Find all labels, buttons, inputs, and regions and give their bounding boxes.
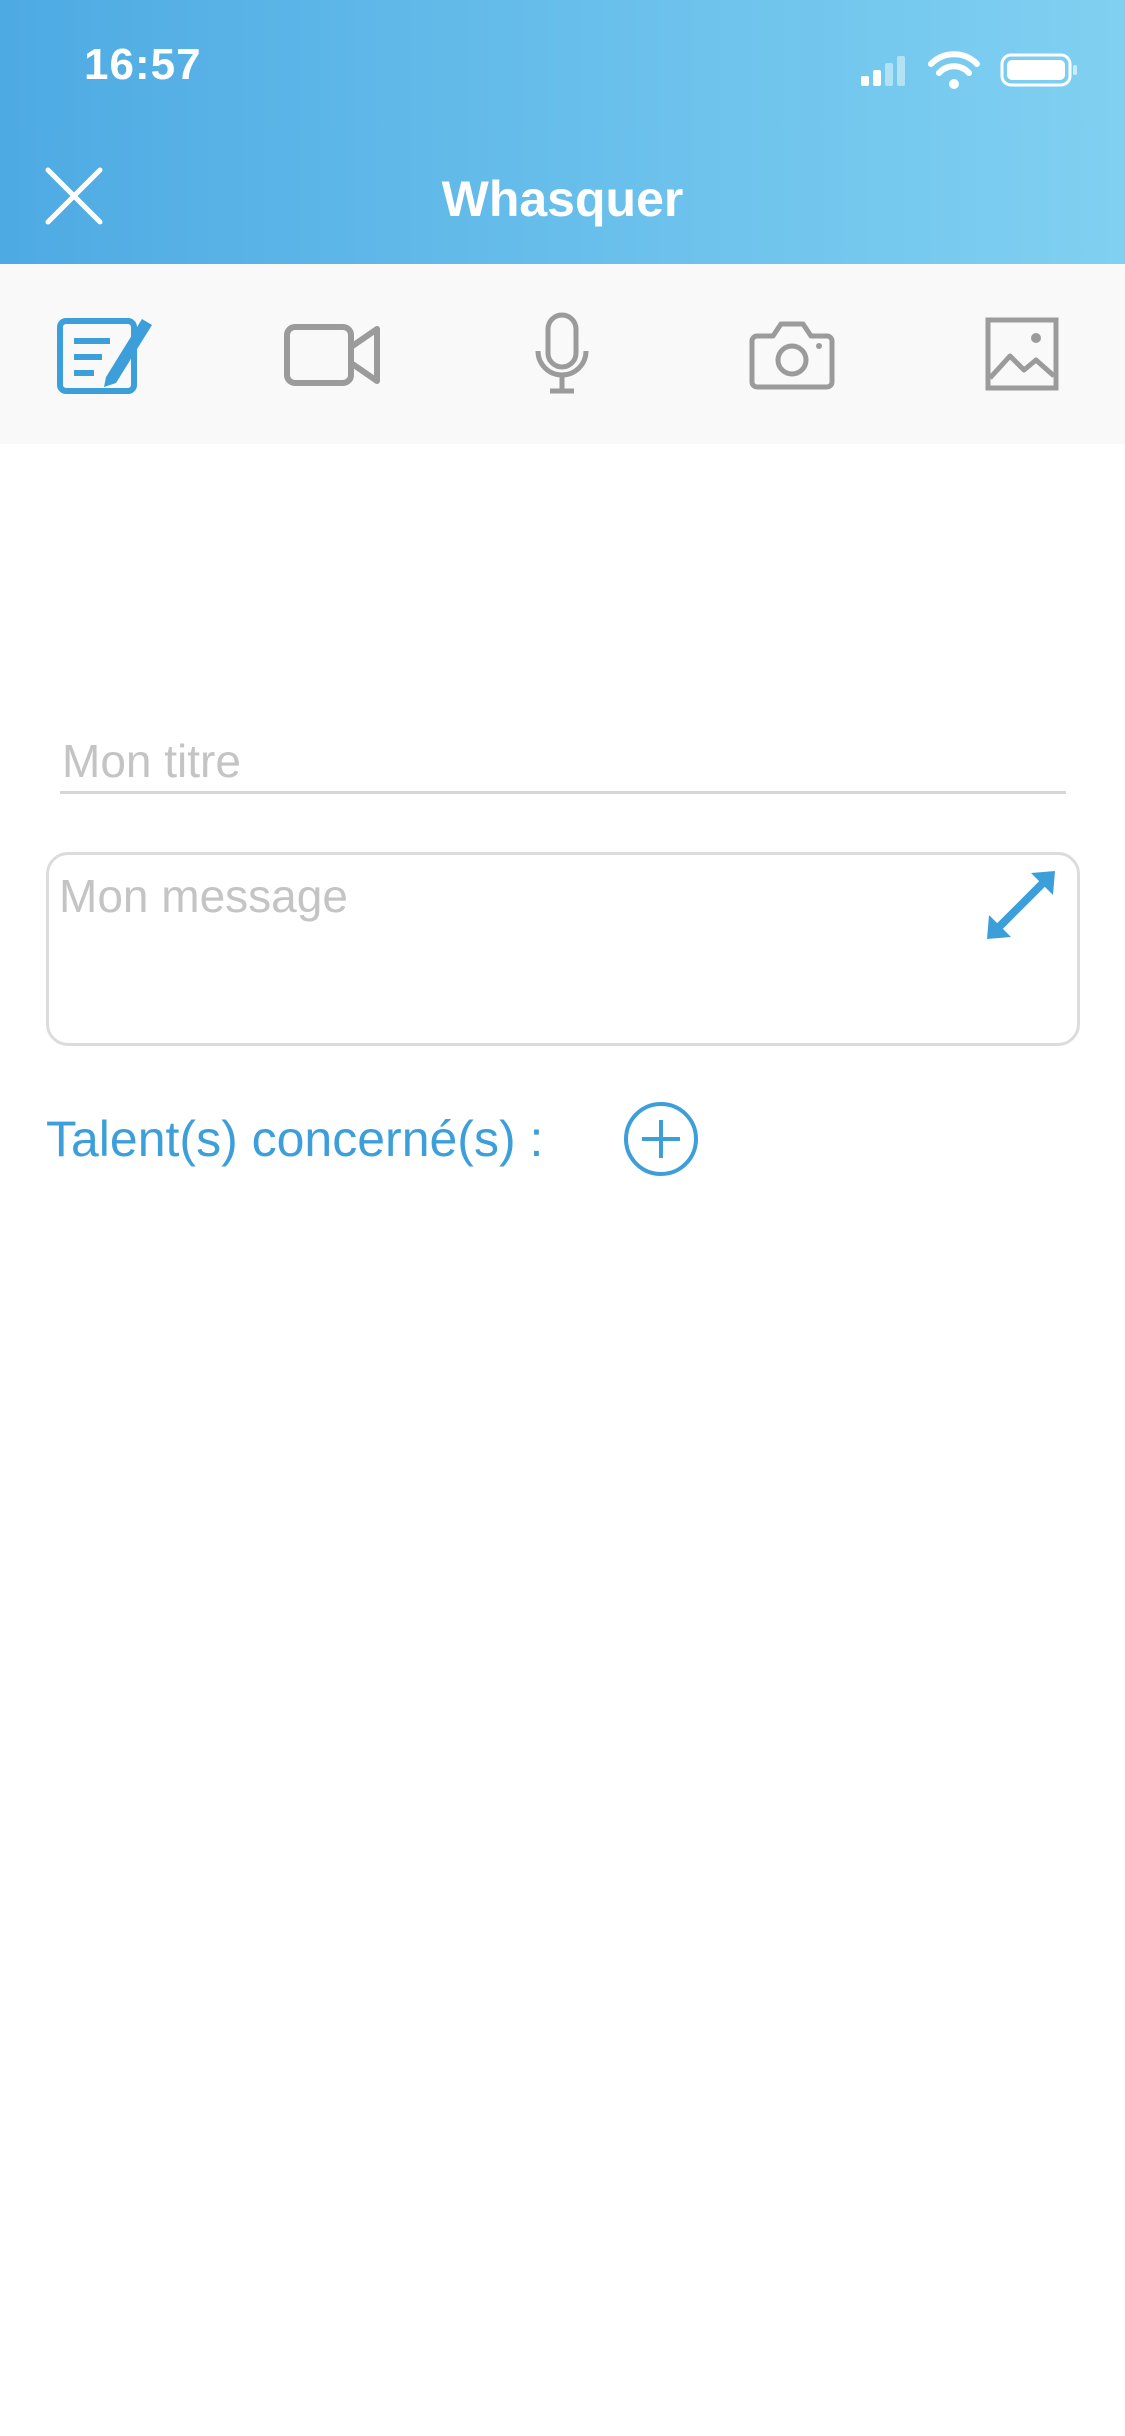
plus-circle-icon bbox=[624, 1102, 698, 1176]
tab-text-note[interactable] bbox=[44, 294, 164, 414]
add-talent-button[interactable] bbox=[622, 1100, 700, 1178]
message-input[interactable] bbox=[59, 869, 959, 1029]
media-type-toolbar bbox=[0, 264, 1125, 444]
battery-icon bbox=[1000, 53, 1077, 87]
note-edit-icon bbox=[57, 318, 152, 394]
microphone-icon bbox=[535, 312, 589, 394]
tab-gallery[interactable] bbox=[962, 294, 1082, 414]
tab-video[interactable] bbox=[273, 294, 393, 414]
image-icon bbox=[985, 317, 1059, 391]
title-input[interactable] bbox=[60, 730, 1066, 794]
tab-photo[interactable] bbox=[732, 294, 852, 414]
expand-icon bbox=[987, 871, 1055, 939]
status-time: 16:57 bbox=[84, 40, 202, 89]
wifi-icon bbox=[928, 51, 980, 89]
talent-label: Talent(s) concerné(s) : bbox=[46, 1111, 544, 1167]
signal-icon bbox=[861, 56, 905, 86]
status-bar-icons bbox=[861, 51, 1077, 89]
app-header: 16:57 Whasquer bbox=[0, 0, 1125, 264]
message-box bbox=[46, 852, 1080, 1046]
video-camera-icon bbox=[284, 324, 380, 386]
tab-audio[interactable] bbox=[502, 294, 622, 414]
camera-icon bbox=[749, 321, 835, 390]
expand-button[interactable] bbox=[979, 863, 1063, 947]
page-title: Whasquer bbox=[441, 171, 684, 227]
